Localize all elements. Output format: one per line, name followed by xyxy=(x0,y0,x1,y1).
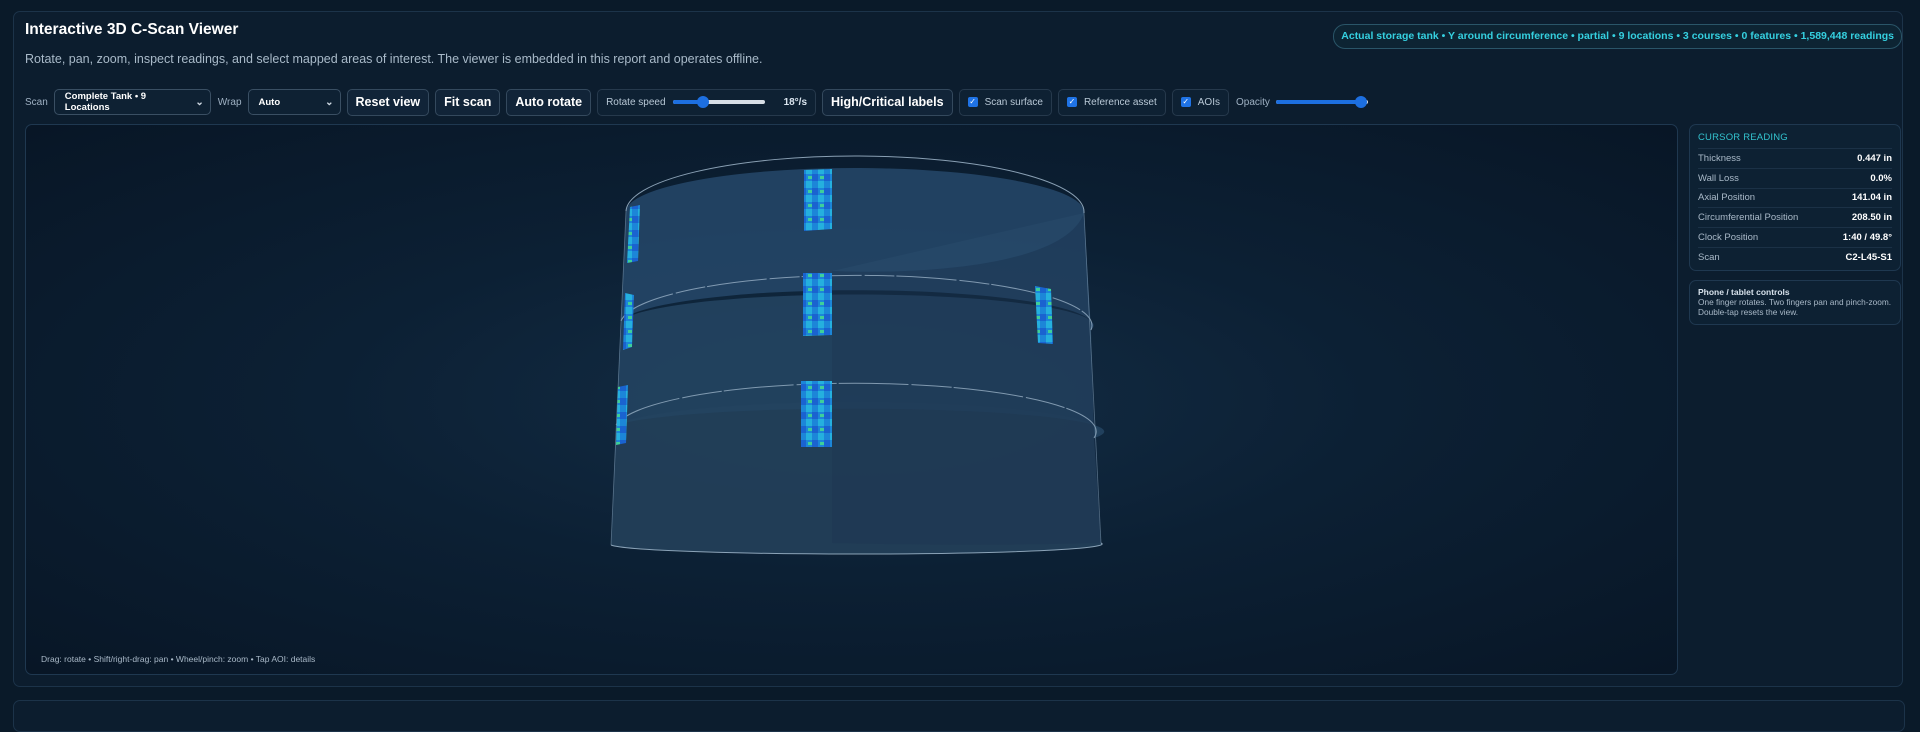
slider-thumb[interactable] xyxy=(696,96,709,108)
opacity-slider[interactable] xyxy=(1275,96,1368,108)
viewport-hint: Drag: rotate • Shift/right-drag: pan • W… xyxy=(41,654,316,664)
auto-rotate-button[interactable]: Auto rotate xyxy=(506,88,592,116)
reading-row-thickness: Thickness 0.447 in xyxy=(1698,148,1892,168)
reading-value: 0.447 in xyxy=(1857,152,1892,164)
scan-surface-label: Scan surface xyxy=(984,96,1043,108)
reading-row-wall-loss: Wall Loss 0.0% xyxy=(1698,167,1892,188)
reading-value: C2-L45-S1 xyxy=(1845,251,1892,263)
rotate-speed-control: Rotate speed 18°/s xyxy=(597,88,817,116)
reading-value: 1:40 / 49.8° xyxy=(1842,232,1892,244)
chevron-down-icon: ⌄ xyxy=(195,96,204,108)
cursor-reading-panel: CURSOR READING Thickness 0.447 in Wall L… xyxy=(1689,124,1901,271)
reading-value: 208.50 in xyxy=(1851,212,1892,224)
fit-scan-button[interactable]: Fit scan xyxy=(435,88,501,116)
aois-label: AOIs xyxy=(1197,96,1220,108)
aois-checkbox[interactable]: ✓ xyxy=(1180,97,1191,107)
touch-controls-title: Phone / tablet controls xyxy=(1698,287,1790,297)
reading-row-axial-position: Axial Position 141.04 in xyxy=(1698,187,1892,208)
scan-select-value: Complete Tank • 9 Locations xyxy=(64,91,147,113)
wrap-select-value: Auto xyxy=(258,96,281,108)
reading-label: Clock Position xyxy=(1698,232,1759,244)
reset-view-button[interactable]: Reset view xyxy=(346,88,430,116)
wrap-label: Wrap xyxy=(217,96,242,108)
slider-thumb[interactable] xyxy=(1354,96,1367,108)
reference-asset-label: Reference asset xyxy=(1083,96,1157,108)
rotate-speed-label: Rotate speed xyxy=(606,96,666,108)
next-section-panel xyxy=(13,700,1905,732)
reading-row-clock-position: Clock Position 1:40 / 49.8° xyxy=(1698,227,1892,247)
scan-patch-c1-center[interactable] xyxy=(801,381,832,447)
reading-value: 141.04 in xyxy=(1851,192,1892,204)
reading-label: Scan xyxy=(1698,251,1720,263)
scan-summary-badge: Actual storage tank • Y around circumfer… xyxy=(1333,24,1902,49)
reading-label: Circumferential Position xyxy=(1698,212,1799,224)
scan-patch-c2-right[interactable] xyxy=(1035,286,1053,344)
scan-surface-toggle[interactable]: ✓ Scan surface xyxy=(958,88,1052,116)
high-critical-labels-button[interactable]: High/Critical labels xyxy=(822,88,953,116)
scan-surface-checkbox[interactable]: ✓ xyxy=(967,97,978,107)
slider-fill xyxy=(1275,100,1361,104)
reference-asset-checkbox[interactable]: ✓ xyxy=(1066,97,1077,107)
reference-asset-toggle[interactable]: ✓ Reference asset xyxy=(1057,88,1166,116)
rotate-speed-value: 18°/s xyxy=(783,96,808,108)
scan-patch-c1-left[interactable] xyxy=(616,385,628,445)
reading-row-scan: Scan C2-L45-S1 xyxy=(1698,246,1892,267)
tank-model xyxy=(610,155,1105,555)
reading-label: Thickness xyxy=(1698,152,1741,164)
3d-viewport[interactable]: Drag: rotate • Shift/right-drag: pan • W… xyxy=(25,124,1678,675)
reading-label: Axial Position xyxy=(1698,192,1756,204)
tank-3d-render[interactable] xyxy=(26,125,1678,675)
scan-patch-c2-center[interactable] xyxy=(803,273,832,336)
page-title: Interactive 3D C-Scan Viewer xyxy=(25,21,239,38)
rotate-speed-slider[interactable] xyxy=(672,96,765,108)
chevron-down-icon: ⌄ xyxy=(325,96,334,108)
viewer-toolbar: Scan Complete Tank • 9 Locations ⌄ Wrap … xyxy=(25,88,1368,116)
aois-toggle[interactable]: ✓ AOIs xyxy=(1171,88,1229,116)
reading-label: Wall Loss xyxy=(1698,172,1739,184)
touch-controls-text: One finger rotates. Two fingers pan and … xyxy=(1698,297,1892,317)
scan-select[interactable]: Complete Tank • 9 Locations ⌄ xyxy=(53,89,211,115)
reading-value: 0.0% xyxy=(1870,172,1892,184)
scan-label: Scan xyxy=(25,96,48,108)
touch-controls-panel: Phone / tablet controls One finger rotat… xyxy=(1689,280,1901,325)
page-subtitle: Rotate, pan, zoom, inspect readings, and… xyxy=(25,52,763,66)
cursor-reading-heading: CURSOR READING xyxy=(1698,132,1788,143)
opacity-label: Opacity xyxy=(1236,96,1270,108)
wrap-select[interactable]: Auto ⌄ xyxy=(247,89,341,115)
scan-patch-c3-center[interactable] xyxy=(804,169,832,231)
reading-row-circumferential-position: Circumferential Position 208.50 in xyxy=(1698,207,1892,227)
